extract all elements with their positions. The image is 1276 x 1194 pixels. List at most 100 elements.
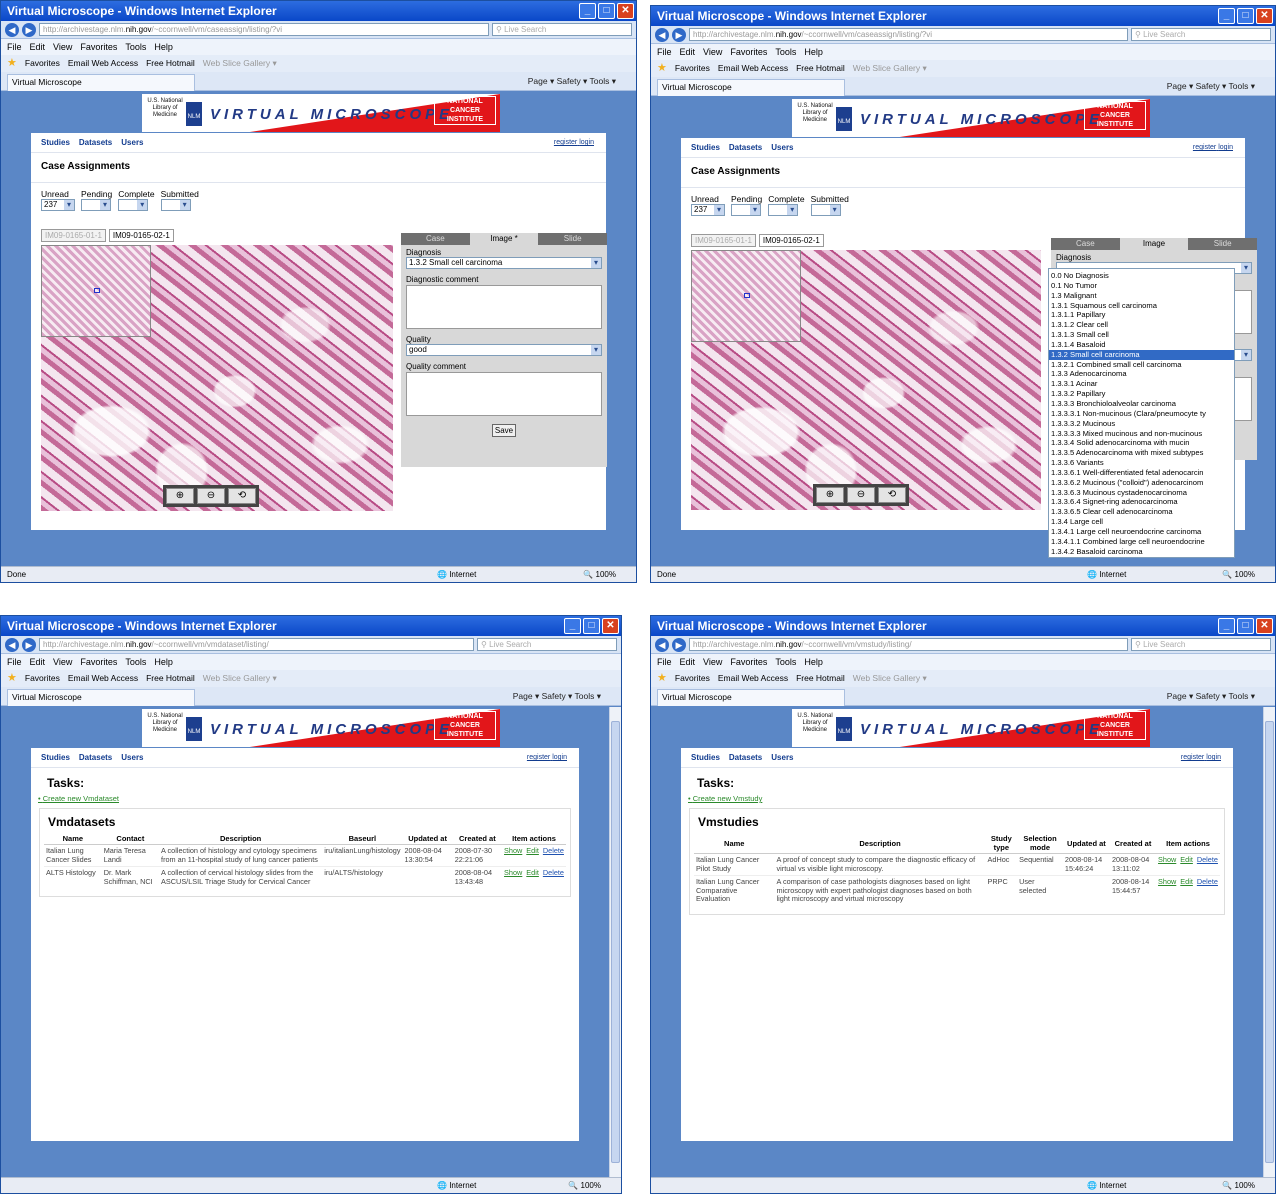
nav-datasets[interactable]: Datasets <box>729 138 762 157</box>
diagnosis-option[interactable]: 1.3.1 Squamous cell carcinoma <box>1049 301 1234 311</box>
image-tab[interactable]: IM09-0165-01-1 <box>41 229 106 242</box>
diagnosis-option[interactable]: 1.3.4.2 Basaloid carcinoma <box>1049 547 1234 557</box>
close-icon[interactable]: ✕ <box>602 618 619 634</box>
nav-studies[interactable]: Studies <box>41 748 70 767</box>
diagnosis-option[interactable]: 1.3.2 Small cell carcinoma <box>1049 349 1234 360</box>
forward-icon[interactable]: ▶ <box>22 637 36 652</box>
menu-view[interactable]: View <box>703 654 722 670</box>
side-tab[interactable]: Slide <box>1188 238 1258 250</box>
menu-edit[interactable]: Edit <box>30 654 46 670</box>
nav-users[interactable]: Users <box>121 748 143 767</box>
zoom-level[interactable]: 🔍 100% <box>568 1178 601 1193</box>
nav-studies[interactable]: Studies <box>691 748 720 767</box>
microscope-image[interactable]: ⊕ ⊖ ⟲ <box>41 245 393 511</box>
favorites-button[interactable]: Favorites <box>25 55 60 72</box>
register-link[interactable]: register <box>1181 754 1204 761</box>
menu-tools[interactable]: Tools <box>775 654 796 670</box>
image-tab[interactable]: IM09-0165-01-1 <box>691 234 756 247</box>
back-icon[interactable]: ◀ <box>5 22 19 37</box>
rotate-icon[interactable]: ⟲ <box>228 488 256 504</box>
nav-users[interactable]: Users <box>771 748 793 767</box>
url-input[interactable]: http://archivestage.nlm.nih.gov/~ccornwe… <box>689 638 1128 651</box>
url-input[interactable]: http://archivestage.nlm.nih.gov/~ccornwe… <box>39 638 474 651</box>
menu-file[interactable]: File <box>657 654 672 670</box>
slide-thumbnail[interactable] <box>41 245 151 337</box>
diagnosis-option[interactable]: 1.3.1.2 Clear cell <box>1049 320 1234 330</box>
create-new-link[interactable]: Create new Vmdataset <box>43 794 119 803</box>
nav-studies[interactable]: Studies <box>691 138 720 157</box>
back-icon[interactable]: ◀ <box>5 637 19 652</box>
forward-icon[interactable]: ▶ <box>22 22 36 37</box>
filter-select[interactable]: 237 <box>41 199 75 211</box>
favorites-link[interactable]: Web Slice Gallery ▾ <box>203 673 277 683</box>
diagnosis-option[interactable]: 1.3.3.4 Solid adenocarcinoma with mucin <box>1049 438 1234 448</box>
search-input[interactable]: ⚲ Live Search <box>492 23 632 36</box>
delete-link[interactable]: Delete <box>543 868 564 877</box>
viewport-marker[interactable] <box>94 288 100 293</box>
favorites-link[interactable]: Email Web Access <box>68 673 138 683</box>
favorites-link[interactable]: Free Hotmail <box>796 63 845 73</box>
maximize-icon[interactable]: □ <box>583 618 600 634</box>
forward-icon[interactable]: ▶ <box>672 637 686 652</box>
login-link[interactable]: login <box>1218 144 1233 151</box>
favorites-link[interactable]: Web Slice Gallery ▾ <box>853 673 927 683</box>
maximize-icon[interactable]: □ <box>598 3 615 19</box>
slide-thumbnail[interactable] <box>691 250 801 342</box>
filter-select[interactable] <box>81 199 111 211</box>
show-link[interactable]: Show <box>504 846 522 855</box>
diagnosis-option[interactable]: 1.3.4.1 Large cell neuroendocrine carcin… <box>1049 527 1234 537</box>
search-input[interactable]: ⚲ Live Search <box>1131 638 1271 651</box>
diagnosis-option[interactable]: 1.3.3.3.3 Mixed mucinous and non-mucinou… <box>1049 429 1234 439</box>
favorites-link[interactable]: Email Web Access <box>718 63 788 73</box>
zoom-out-icon[interactable]: ⊖ <box>197 488 225 504</box>
browser-tab[interactable]: Virtual Microscope <box>657 689 845 706</box>
zoom-out-icon[interactable]: ⊖ <box>847 487 875 503</box>
image-tab[interactable]: IM09-0165-02-1 <box>758 234 824 247</box>
diagnosis-option[interactable]: 1.3.3.6.5 Clear cell adenocarcinoma <box>1049 507 1234 517</box>
diagnosis-option[interactable]: 1.3.3.5 Adenocarcinoma with mixed subtyp… <box>1049 448 1234 458</box>
favorites-star-icon[interactable]: ★ <box>657 670 667 687</box>
filter-select[interactable] <box>768 204 799 216</box>
browser-tab[interactable]: Virtual Microscope <box>7 74 195 91</box>
favorites-link[interactable]: Free Hotmail <box>146 58 195 68</box>
menu-file[interactable]: File <box>657 44 672 60</box>
favorites-link[interactable]: Web Slice Gallery ▾ <box>203 58 277 68</box>
favorites-link[interactable]: Email Web Access <box>68 58 138 68</box>
favorites-link[interactable]: Free Hotmail <box>796 673 845 683</box>
menu-view[interactable]: View <box>53 39 72 55</box>
minimize-icon[interactable]: _ <box>579 3 596 19</box>
browser-tab[interactable]: Virtual Microscope <box>657 79 845 96</box>
menu-edit[interactable]: Edit <box>30 39 46 55</box>
menu-edit[interactable]: Edit <box>680 44 696 60</box>
menu-tools[interactable]: Tools <box>125 39 146 55</box>
diagnosis-option[interactable]: 0.0 No Diagnosis <box>1049 271 1234 281</box>
command-bar[interactable]: Page ▾ Safety ▾ Tools ▾ <box>1167 687 1255 705</box>
quality-comment-field[interactable] <box>406 372 602 416</box>
diagnosis-option[interactable]: 0.1 No Tumor <box>1049 281 1234 291</box>
zoom-level[interactable]: 🔍 100% <box>583 567 616 582</box>
diagnosis-option[interactable]: 1.3.3.1 Acinar <box>1049 379 1234 389</box>
edit-link[interactable]: Edit <box>526 868 539 877</box>
url-input[interactable]: http://archivestage.nlm.nih.gov/~ccornwe… <box>689 28 1128 41</box>
back-icon[interactable]: ◀ <box>655 27 669 42</box>
url-input[interactable]: http://archivestage.nlm.nih.gov/~ccornwe… <box>39 23 489 36</box>
favorites-link[interactable]: Email Web Access <box>718 673 788 683</box>
diagnosis-option[interactable]: 1.3.3.2 Papillary <box>1049 389 1234 399</box>
browser-tab[interactable]: Virtual Microscope <box>7 689 195 706</box>
nav-datasets[interactable]: Datasets <box>79 133 112 152</box>
image-tab[interactable]: IM09-0165-02-1 <box>108 229 174 242</box>
save-button[interactable]: Save <box>492 424 516 437</box>
menu-edit[interactable]: Edit <box>680 654 696 670</box>
quality-select[interactable]: good <box>406 344 602 356</box>
diagnosis-option[interactable]: 1.3.2.1 Combined small cell carcinoma <box>1049 360 1234 370</box>
zoom-in-icon[interactable]: ⊕ <box>816 487 844 503</box>
menu-favorites[interactable]: Favorites <box>730 44 767 60</box>
create-new-link[interactable]: Create new Vmstudy <box>693 794 763 803</box>
scroll-thumb[interactable] <box>611 721 620 1163</box>
register-link[interactable]: register <box>527 754 550 761</box>
login-link[interactable]: login <box>552 754 567 761</box>
scroll-thumb[interactable] <box>1265 721 1274 1163</box>
minimize-icon[interactable]: _ <box>564 618 581 634</box>
diagnosis-option[interactable]: 1.3.3.3.2 Mucinous <box>1049 419 1234 429</box>
diagnosis-option[interactable]: 1.3.1.3 Small cell <box>1049 330 1234 340</box>
